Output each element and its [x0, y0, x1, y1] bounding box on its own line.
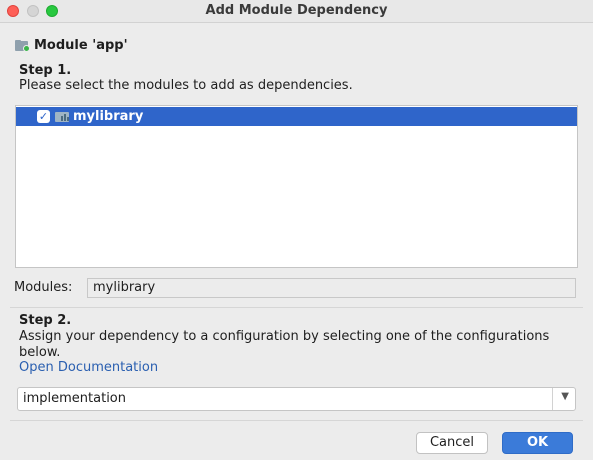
- step2-title: Step 2.: [19, 313, 72, 328]
- modules-field: mylibrary: [87, 278, 576, 298]
- mylibrary-checkbox[interactable]: ✓: [37, 110, 50, 123]
- list-item[interactable]: ✓ mylibrary: [16, 107, 577, 126]
- title-bar: Add Module Dependency: [0, 0, 593, 23]
- modules-list[interactable]: ✓ mylibrary: [15, 105, 578, 268]
- module-header: Module 'app': [15, 38, 128, 53]
- footer-divider: [10, 420, 583, 421]
- combo-separator: [552, 388, 553, 410]
- list-item-label: mylibrary: [73, 109, 144, 124]
- ok-button[interactable]: OK: [502, 432, 573, 454]
- configuration-value: implementation: [23, 391, 127, 406]
- library-module-icon: [55, 111, 69, 122]
- step1-title: Step 1.: [19, 63, 72, 78]
- cancel-button[interactable]: Cancel: [416, 432, 488, 454]
- window-title: Add Module Dependency: [205, 3, 388, 18]
- open-documentation-link[interactable]: Open Documentation: [19, 360, 158, 375]
- step1-description: Please select the modules to add as depe…: [19, 78, 353, 93]
- module-folder-icon: [15, 40, 30, 52]
- module-label: Module 'app': [34, 38, 128, 53]
- divider: [10, 307, 583, 308]
- configuration-select[interactable]: implementation ▼: [17, 387, 576, 411]
- step2-description: Assign your dependency to a configuratio…: [19, 329, 550, 360]
- chevron-down-icon[interactable]: ▼: [561, 391, 569, 402]
- modules-field-label: Modules:: [14, 280, 73, 295]
